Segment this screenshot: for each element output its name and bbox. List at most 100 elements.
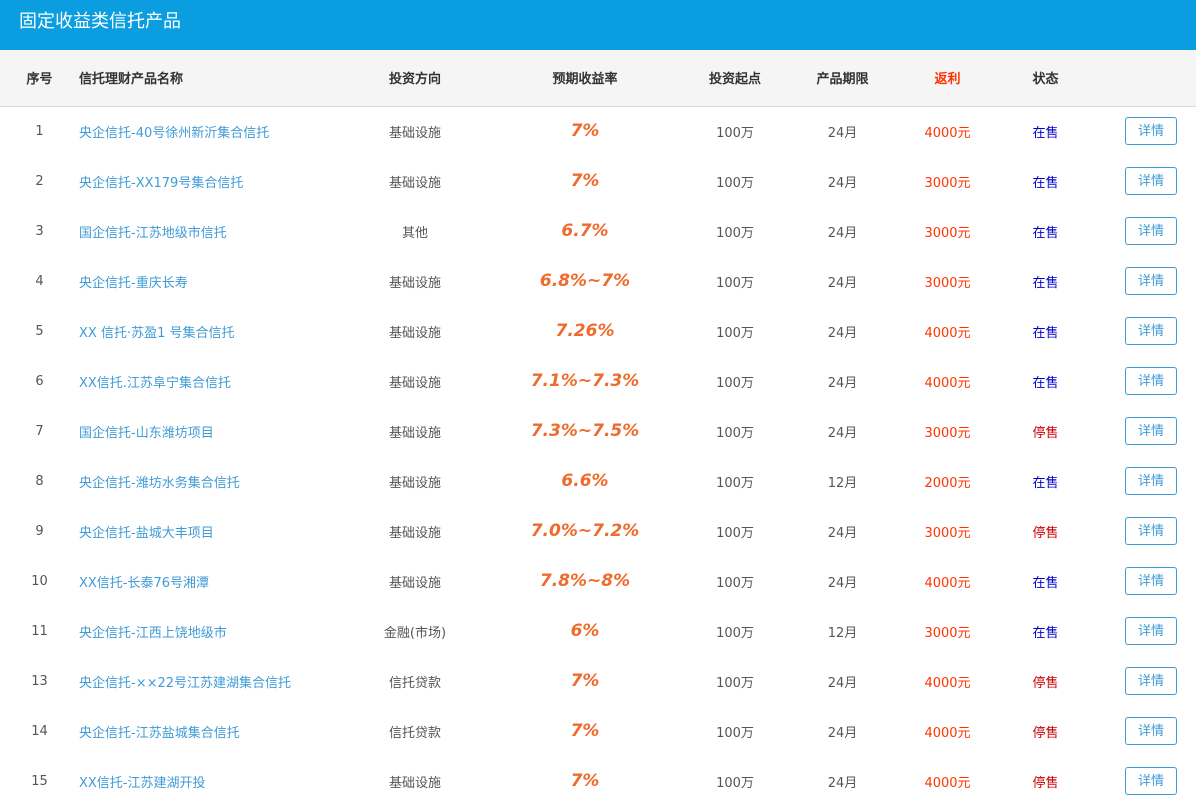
investment-minimum: 100万 xyxy=(716,575,754,591)
row-number: 13 xyxy=(31,673,48,689)
expected-yield: 7.3%~7.5% xyxy=(530,421,640,441)
product-name-link[interactable]: XX信托.江苏阜宁集合信托 xyxy=(79,356,355,406)
details-button[interactable]: 详情 xyxy=(1125,367,1177,395)
investment-direction: 基础设施 xyxy=(388,475,441,491)
action-cell: 详情 xyxy=(1106,706,1196,756)
product-term: 24月 xyxy=(827,375,858,391)
details-button[interactable]: 详情 xyxy=(1125,667,1177,695)
expected-yield: 7.1%~7.3% xyxy=(530,371,640,391)
status-label: 在售 xyxy=(1032,175,1059,191)
expected-yield: 7% xyxy=(570,721,600,741)
details-button[interactable]: 详情 xyxy=(1125,217,1177,245)
product-name-link[interactable]: 央企信托-XX179号集合信托 xyxy=(79,156,355,206)
investment-minimum: 100万 xyxy=(716,475,754,491)
product-term: 24月 xyxy=(827,675,858,691)
table-row: 9 央企信托-盐城大丰项目 基础设施 7.0%~7.2% 100万 24月 3000元 停售 详… xyxy=(0,506,1196,556)
product-name-link[interactable]: XX信托-长泰76号湘潭 xyxy=(79,556,355,606)
details-button[interactable]: 详情 xyxy=(1125,567,1177,595)
table-row: 2 央企信托-XX179号集合信托 基础设施 7% 100万 24月 3000元 在售 详情 xyxy=(0,156,1196,206)
details-button[interactable]: 详情 xyxy=(1125,767,1177,795)
product-name-link[interactable]: 国企信托-江苏地级市信托 xyxy=(79,206,355,256)
expected-yield: 7.0%~7.2% xyxy=(530,521,640,541)
col-header-status: 状态 xyxy=(1032,72,1059,88)
table-row: 5 XX 信托·苏盈1 号集合信托 基础设施 7.26% 100万 24月 4000元 在售 详… xyxy=(0,306,1196,356)
rebate-amount: 2000元 xyxy=(924,475,971,491)
product-term: 24月 xyxy=(827,325,858,341)
action-cell: 详情 xyxy=(1106,306,1196,356)
product-term: 24月 xyxy=(827,775,858,791)
investment-direction: 信托贷款 xyxy=(388,725,441,741)
product-name-link[interactable]: 央企信托-潍坊水务集合信托 xyxy=(79,456,355,506)
details-button[interactable]: 详情 xyxy=(1125,417,1177,445)
product-term: 24月 xyxy=(827,525,858,541)
row-number: 15 xyxy=(31,773,48,789)
details-button[interactable]: 详情 xyxy=(1125,467,1177,495)
row-number: 10 xyxy=(31,573,48,589)
action-cell: 详情 xyxy=(1106,556,1196,606)
investment-minimum: 100万 xyxy=(716,275,754,291)
investment-minimum: 100万 xyxy=(716,775,754,791)
expected-yield: 7.26% xyxy=(555,321,615,341)
col-header-name: 信托理财产品名称 xyxy=(79,72,184,88)
status-label: 停售 xyxy=(1032,725,1059,741)
col-header-term: 产品期限 xyxy=(816,72,869,88)
row-number: 3 xyxy=(35,223,44,239)
details-button[interactable]: 详情 xyxy=(1125,517,1177,545)
investment-direction: 基础设施 xyxy=(388,125,441,141)
details-button[interactable]: 详情 xyxy=(1125,267,1177,295)
rebate-amount: 3000元 xyxy=(924,625,971,641)
details-button[interactable]: 详情 xyxy=(1125,167,1177,195)
status-label: 停售 xyxy=(1032,525,1059,541)
details-button[interactable]: 详情 xyxy=(1125,117,1177,146)
action-cell: 详情 xyxy=(1106,356,1196,406)
investment-direction: 基础设施 xyxy=(388,325,441,341)
product-name-link[interactable]: XX信托-江苏建湖开投 xyxy=(79,756,355,806)
status-label: 在售 xyxy=(1032,325,1059,341)
expected-yield: 7% xyxy=(570,771,600,791)
page-header: 固定收益类信托产品 xyxy=(0,0,1196,50)
row-number: 1 xyxy=(35,123,44,139)
product-name-link[interactable]: 国企信托-山东潍坊项目 xyxy=(79,406,355,456)
investment-minimum: 100万 xyxy=(716,625,754,641)
product-term: 24月 xyxy=(827,575,858,591)
details-button[interactable]: 详情 xyxy=(1125,717,1177,745)
product-name-link[interactable]: 央企信托-××22号江苏建湖集合信托 xyxy=(79,656,355,706)
investment-minimum: 100万 xyxy=(716,375,754,391)
product-term: 24月 xyxy=(827,725,858,741)
details-button[interactable]: 详情 xyxy=(1125,617,1177,645)
product-name-link[interactable]: 央企信托-江西上饶地级市 xyxy=(79,606,355,656)
col-header-rebate: 返利 xyxy=(934,72,961,88)
investment-direction: 基础设施 xyxy=(388,175,441,191)
action-cell: 详情 xyxy=(1106,506,1196,556)
table-row: 3 国企信托-江苏地级市信托 其他 6.7% 100万 24月 3000元 在售 详情 xyxy=(0,206,1196,256)
product-name-link[interactable]: 央企信托-40号徐州新沂集合信托 xyxy=(79,106,355,156)
action-cell: 详情 xyxy=(1106,606,1196,656)
action-cell: 详情 xyxy=(1106,156,1196,206)
investment-minimum: 100万 xyxy=(716,325,754,341)
investment-direction: 基础设施 xyxy=(388,275,441,291)
investment-minimum: 100万 xyxy=(716,125,754,141)
row-number: 5 xyxy=(35,323,44,339)
product-term: 24月 xyxy=(827,425,858,441)
table-row: 8 央企信托-潍坊水务集合信托 基础设施 6.6% 100万 12月 2000元 在售 详情 xyxy=(0,456,1196,506)
investment-direction: 基础设施 xyxy=(388,425,441,441)
action-cell: 详情 xyxy=(1106,106,1196,156)
row-number: 7 xyxy=(35,423,44,439)
product-term: 24月 xyxy=(827,125,858,141)
rebate-amount: 3000元 xyxy=(924,225,971,241)
expected-yield: 6.6% xyxy=(561,471,609,491)
investment-direction: 信托贷款 xyxy=(388,675,441,691)
table-row: 15 XX信托-江苏建湖开投 基础设施 7% 100万 24月 4000元 停售 详情 xyxy=(0,756,1196,806)
product-term: 12月 xyxy=(827,625,858,641)
rebate-amount: 4000元 xyxy=(924,125,971,141)
product-name-link[interactable]: 央企信托-盐城大丰项目 xyxy=(79,506,355,556)
product-name-link[interactable]: XX 信托·苏盈1 号集合信托 xyxy=(79,306,355,356)
product-name-link[interactable]: 央企信托-重庆长寿 xyxy=(79,256,355,306)
details-button[interactable]: 详情 xyxy=(1125,317,1177,345)
action-cell: 详情 xyxy=(1106,756,1196,806)
table-body: 1 央企信托-40号徐州新沂集合信托 基础设施 7% 100万 24月 4000元 在售 详情 2… xyxy=(0,106,1196,806)
product-name-link[interactable]: 央企信托-江苏盐城集合信托 xyxy=(79,706,355,756)
row-number: 6 xyxy=(35,373,44,389)
product-term: 12月 xyxy=(827,475,858,491)
status-label: 停售 xyxy=(1032,425,1059,441)
